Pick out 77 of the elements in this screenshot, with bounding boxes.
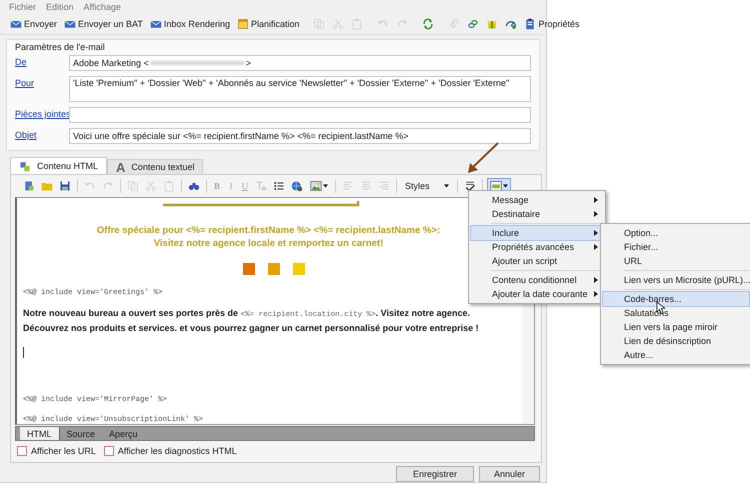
- checkbox-label: Afficher les URL: [31, 446, 96, 456]
- menu-item[interactable]: Lien vers un Microsite (pURL)...: [603, 273, 749, 287]
- dialog-button[interactable]: Enregistrer: [396, 466, 474, 482]
- annotation-arrow: [466, 141, 500, 175]
- envelope-icon: [64, 18, 76, 30]
- save-icon[interactable]: [59, 180, 71, 192]
- submenu-arrow-icon: [594, 211, 598, 217]
- field-link[interactable]: Pour: [15, 76, 69, 88]
- menu-item[interactable]: Ajouter la date courante: [471, 287, 603, 301]
- menu-item[interactable]: Destinataire: [471, 207, 603, 221]
- gauge-icon[interactable]: [505, 18, 518, 30]
- puzzle-icon: [19, 160, 31, 172]
- image-icon: [310, 180, 322, 192]
- toolbar-button[interactable]: Envoyer un BAT: [62, 18, 145, 30]
- toolbar-button[interactable]: Envoyer: [8, 18, 60, 30]
- refresh-icon[interactable]: [422, 18, 434, 30]
- calendar-icon: [236, 18, 249, 30]
- toolbar-button[interactable]: Planification: [234, 18, 302, 30]
- submenu-arrow-icon: [594, 197, 598, 203]
- menu-item[interactable]: URL: [603, 254, 749, 268]
- input-field[interactable]: [69, 107, 531, 123]
- menu-item[interactable]: Fichier: [9, 2, 36, 12]
- field-link[interactable]: De: [15, 55, 69, 67]
- field-link[interactable]: Objet: [15, 128, 69, 140]
- field-link[interactable]: Pièces jointes: [15, 107, 69, 119]
- chain-icon[interactable]: [467, 18, 480, 30]
- text-cursor: [23, 347, 24, 358]
- menu-item[interactable]: Option...: [603, 226, 749, 240]
- group-title: Paramètres de l'e-mail: [15, 42, 106, 52]
- toolbar-button[interactable]: Inbox Rendering: [148, 18, 232, 30]
- submenu-arrow-icon: [594, 244, 598, 250]
- menu-item[interactable]: Edition: [46, 2, 74, 12]
- checkbox[interactable]: [104, 446, 114, 456]
- tab[interactable]: A Contenu textuel: [107, 159, 204, 174]
- tab[interactable]: Contenu HTML: [10, 157, 108, 174]
- menu-item[interactable]: Autre...: [603, 348, 749, 362]
- caret-icon: [444, 184, 449, 188]
- submenu-arrow-icon: [594, 291, 598, 297]
- globe-icon[interactable]: [291, 180, 303, 192]
- menu-item[interactable]: Ajouter un script: [471, 254, 603, 268]
- gift-icon[interactable]: [486, 18, 498, 30]
- caret-icon: [502, 184, 508, 188]
- bullet-list-icon[interactable]: [273, 180, 285, 192]
- submenu-arrow-icon: [594, 230, 598, 236]
- panel-icon: [490, 180, 502, 192]
- envelope-icon: [10, 18, 22, 30]
- heading-text: Offre spéciale pour <%= recipient.firstName %> <%= recipient.lastName %>:: [96, 225, 440, 236]
- view-tab[interactable]: Aperçu: [102, 427, 145, 440]
- binoculars-icon[interactable]: [188, 180, 200, 192]
- submenu-arrow-icon: [594, 277, 598, 283]
- menu-item[interactable]: Salutations: [603, 306, 749, 320]
- menu-item[interactable]: Affichage: [84, 2, 121, 12]
- clipboard-icon: [524, 18, 536, 30]
- new-document-icon[interactable]: [23, 180, 35, 192]
- heading-text: Visitez notre agence locale et remportez un carnet!: [154, 238, 384, 249]
- caret-icon: [323, 184, 328, 188]
- checkbox-label: Afficher les diagnostics HTML: [118, 446, 237, 456]
- menu-item[interactable]: Lien de désinscription: [603, 334, 749, 348]
- menu-item[interactable]: Contenu conditionnel: [471, 273, 603, 287]
- dialog-button[interactable]: Annuler: [478, 466, 540, 482]
- menu-item[interactable]: Fichier...: [603, 240, 749, 254]
- envelope-icon: [150, 18, 162, 30]
- view-tab[interactable]: Source: [60, 427, 102, 440]
- checkbox[interactable]: [17, 446, 27, 456]
- menu-item[interactable]: Propriétés avancées: [471, 240, 603, 254]
- view-tab[interactable]: HTML: [20, 427, 60, 440]
- input-field[interactable]: Voici une offre spéciale sur <%= recipient.firstName %> <%= recipient.lastName %>: [69, 128, 531, 144]
- input-field[interactable]: Adobe Marketing < >: [69, 55, 531, 71]
- menu-item[interactable]: Code-barres...: [603, 292, 749, 306]
- toolbar-button[interactable]: Propriétés: [522, 18, 582, 30]
- menu-item[interactable]: Message: [471, 193, 603, 207]
- spellcheck-icon[interactable]: [464, 180, 476, 192]
- input-field[interactable]: 'Liste 'Premium'' + 'Dossier 'Web'' + 'Abonnés au service 'Newsletter'' + 'Dossier 'Externe'' + 'Dossier 'Externe'': [69, 76, 531, 102]
- styles-dropdown[interactable]: Styles: [401, 181, 453, 191]
- menu-item[interactable]: Inclure: [471, 226, 603, 240]
- menu-item[interactable]: Lien vers la page miroir: [603, 320, 749, 334]
- folder-icon[interactable]: [41, 180, 53, 192]
